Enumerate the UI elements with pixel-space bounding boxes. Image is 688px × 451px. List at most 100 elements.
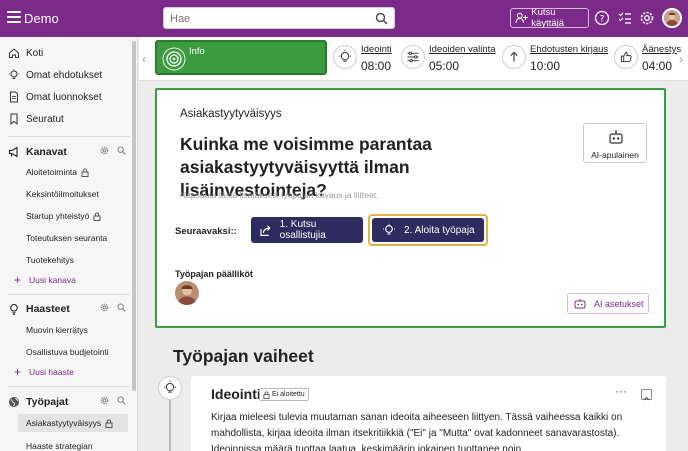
start-workshop-highlight: 2. Aloita työpaja xyxy=(368,214,488,246)
lightbulb-icon xyxy=(8,69,20,79)
document-icon xyxy=(10,91,18,103)
sidebar-item-label: Koti xyxy=(26,47,44,59)
phase-time: 05:00 xyxy=(429,59,460,73)
sidebar-item-label: Omat luonnokset xyxy=(26,91,102,103)
main-content: Asiakastyytyväisyys Kuinka me voisimme p… xyxy=(139,82,688,451)
sidebar-channel-item[interactable]: Tuotekehitys xyxy=(26,251,130,269)
divider xyxy=(8,294,130,295)
phase-description: Kirjaa mieleesi tulevia muutaman sanan i… xyxy=(211,412,623,451)
lightbulb-icon xyxy=(383,223,395,235)
chevron-up-icon xyxy=(643,396,650,401)
sidebar-item-my-drafts[interactable]: Omat luonnokset xyxy=(8,88,132,106)
lightbulb-icon xyxy=(333,45,357,69)
start-workshop-label: 2. Aloita työpaja xyxy=(404,224,475,236)
search-icon[interactable] xyxy=(117,146,126,155)
sidebar: Koti Omat ehdotukset Omat luonnokset Seu… xyxy=(0,37,138,451)
search-icon[interactable] xyxy=(117,303,126,312)
phase-title: Ehdotusten kirjaus xyxy=(530,44,609,55)
sidebar-challenge-item[interactable]: Muovin kierrätys xyxy=(26,321,130,339)
user-avatar[interactable] xyxy=(662,8,682,28)
tasks-icon[interactable] xyxy=(617,10,633,26)
ai-assistant-button[interactable]: AI-apulainen xyxy=(583,123,647,163)
invite-user-button[interactable]: Kutsu käyttäjä xyxy=(510,7,589,29)
section-title: Kanavat xyxy=(26,146,67,158)
globe-icon xyxy=(9,397,19,407)
phase-title: Ideoiden valinta xyxy=(429,44,496,55)
gear-icon[interactable] xyxy=(100,303,109,312)
sliders-icon xyxy=(401,45,425,69)
sidebar-item-my-proposals[interactable]: Omat ehdotukset xyxy=(8,66,132,84)
sidebar-channel-item[interactable]: Keksintöilmoitukset xyxy=(26,185,130,203)
status-badge: Ei aloitettu xyxy=(259,388,309,401)
new-channel-button[interactable]: + Uusi kanava xyxy=(14,272,76,288)
collapse-button[interactable] xyxy=(641,389,652,401)
gear-icon[interactable] xyxy=(639,10,655,26)
sidebar-workshop-item[interactable]: Haaste strategian xyxy=(26,437,130,451)
phase-title: Äänestys xyxy=(642,44,682,55)
lightbulb-icon xyxy=(158,376,182,400)
sidebar-item-label: Omat ehdotukset xyxy=(26,69,103,81)
help-icon[interactable]: ? xyxy=(594,10,610,26)
search-icon[interactable] xyxy=(375,12,388,25)
new-challenge-button[interactable]: + Uusi haaste xyxy=(14,364,74,380)
lock-icon xyxy=(81,168,89,177)
svg-text:?: ? xyxy=(600,15,605,25)
workshop-card: Asiakastyytyväisyys Kuinka me voisimme p… xyxy=(155,88,666,328)
sidebar-channel-item[interactable]: Startup yhteistyö xyxy=(26,207,130,225)
phase-info[interactable]: Info xyxy=(155,40,327,75)
phase-time: 10:00 xyxy=(530,59,561,73)
invite-user-label: Kutsu käyttäjä xyxy=(531,7,565,29)
top-bar: Demo Kutsu käyttäjä ? xyxy=(0,0,688,37)
megaphone-icon xyxy=(8,146,18,158)
plus-icon: + xyxy=(14,273,22,287)
next-steps-label: Seuraavaksi:: xyxy=(175,226,237,237)
lightbulb-icon xyxy=(10,303,18,315)
ai-assistant-label: AI-apulainen xyxy=(591,150,639,160)
add-user-icon xyxy=(515,12,528,23)
ai-settings-button[interactable]: AI asetukset xyxy=(567,293,649,314)
sidebar-challenge-item[interactable]: Osallistuva budjetointi xyxy=(26,343,130,361)
workshop-lead-avatar[interactable] xyxy=(175,281,199,305)
gear-icon[interactable] xyxy=(100,396,109,405)
sidebar-channel-item[interactable]: Aloitetoiminta xyxy=(26,163,130,181)
description-placeholder[interactable]: Napsauta tästä lisätäksesi työpajan kuva… xyxy=(180,190,378,200)
sidebar-section-challenges[interactable]: Haasteet xyxy=(8,300,132,318)
sidebar-item-followed[interactable]: Seuratut xyxy=(8,110,132,128)
phase-label: Info xyxy=(189,46,205,57)
sidebar-section-workshops[interactable]: Työpajat xyxy=(8,393,132,411)
timeline-line xyxy=(169,400,171,451)
thumbs-up-icon xyxy=(614,45,638,69)
robot-icon xyxy=(574,299,586,309)
sidebar-item-label: Seuratut xyxy=(26,113,64,125)
phase-bar: ‹ Info Ideointi 08:00 Ideoiden valinta 0… xyxy=(139,37,688,81)
arrow-up-icon xyxy=(502,45,526,69)
more-options-icon[interactable]: ··· xyxy=(615,384,627,398)
gear-icon[interactable] xyxy=(100,146,109,155)
phase-card-title: Ideointi xyxy=(211,386,261,402)
ai-settings-label: AI asetukset xyxy=(594,298,644,309)
sidebar-workshop-item[interactable]: Asiakastyytyväisyys xyxy=(18,414,128,432)
hamburger-menu-icon[interactable] xyxy=(7,11,21,25)
sidebar-item-home[interactable]: Koti xyxy=(8,44,132,62)
sidebar-channel-item[interactable]: Toteutuksen seuranta xyxy=(26,229,130,247)
search-box[interactable] xyxy=(163,7,395,29)
chevron-right-icon[interactable]: › xyxy=(677,52,687,66)
plus-icon: + xyxy=(14,365,22,379)
sidebar-section-channels[interactable]: Kanavat xyxy=(8,143,132,161)
invite-participants-button[interactable]: 1. Kutsu osallistujia xyxy=(251,217,363,243)
search-icon[interactable] xyxy=(117,396,126,405)
chevron-left-icon[interactable]: ‹ xyxy=(142,52,152,66)
search-input[interactable] xyxy=(170,11,370,26)
sidebar-scrollbar[interactable] xyxy=(132,41,136,391)
section-title: Työpajat xyxy=(26,396,69,408)
divider xyxy=(8,136,130,137)
workshop-label: Asiakastyytyväisyys xyxy=(180,108,282,120)
invite-participants-label: 1. Kutsu osallistujia xyxy=(279,219,326,241)
robot-icon xyxy=(609,130,623,144)
start-workshop-button[interactable]: 2. Aloita työpaja xyxy=(372,218,484,242)
share-icon xyxy=(260,224,271,236)
phase-title: Ideointi xyxy=(361,44,392,55)
section-title: Työpajan vaiheet xyxy=(173,346,314,366)
lock-icon xyxy=(263,391,270,399)
lock-icon xyxy=(105,419,113,428)
